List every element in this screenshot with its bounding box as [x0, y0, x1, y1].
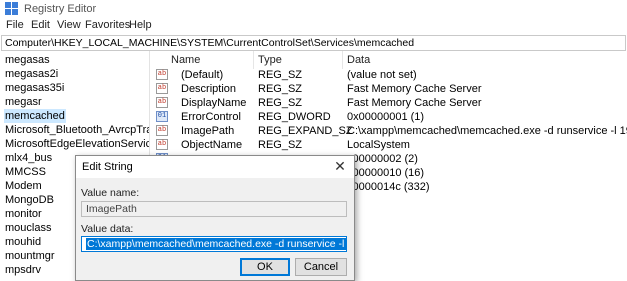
string-value-icon: ab: [156, 83, 168, 94]
value-data: 0x00000001 (1): [347, 111, 425, 123]
menu-view[interactable]: View: [57, 19, 81, 31]
tree-item-mpssvc[interactable]: mpssvc: [4, 277, 43, 281]
tree-item-mpsdrv[interactable]: mpsdrv: [4, 263, 42, 277]
window-title: Registry Editor: [24, 3, 97, 15]
value-data: (value not set): [347, 69, 417, 81]
value-row[interactable]: ab DisplayName REG_SZ Fast Memory Cache …: [152, 96, 627, 110]
value-data: Fast Memory Cache Server: [347, 83, 482, 95]
selected-text: C:\xampp\memcached\memcached.exe -d runs…: [86, 238, 346, 250]
value-name-field: ImagePath: [81, 201, 347, 217]
value-data: x00000002 (2): [347, 153, 418, 165]
tree-item-memcached[interactable]: memcached: [4, 109, 66, 123]
value-data: C:\xampp\memcached\memcached.exe -d runs…: [347, 125, 627, 137]
value-name: DisplayName: [181, 97, 247, 109]
tree-item-mountmgr[interactable]: mountmgr: [4, 249, 56, 263]
value-type: REG_SZ: [258, 139, 303, 151]
value-row[interactable]: ab Description REG_SZ Fast Memory Cache …: [152, 82, 627, 96]
menu-bar: File Edit View Favorites Help: [0, 18, 627, 35]
tree-item-mmcss[interactable]: MMCSS: [4, 165, 47, 179]
value-data: Fast Memory Cache Server: [347, 97, 482, 109]
value-name: ErrorControl: [181, 111, 241, 123]
dialog-title-bar[interactable]: Edit String ✕: [76, 156, 354, 178]
tree-item-mouhid[interactable]: mouhid: [4, 235, 42, 249]
value-type: REG_SZ: [258, 83, 303, 95]
column-header-data[interactable]: Data: [347, 53, 370, 67]
value-row[interactable]: 01 ErrorControl REG_DWORD 0x00000001 (1): [152, 110, 627, 124]
string-value-icon: ab: [156, 97, 168, 108]
tree-item-modem[interactable]: Modem: [4, 179, 43, 193]
menu-edit[interactable]: Edit: [31, 19, 50, 31]
menu-favorites[interactable]: Favorites: [85, 19, 130, 31]
tree-item-mongodb[interactable]: MongoDB: [4, 193, 55, 207]
tree-item-megasas35i[interactable]: megasas35i: [4, 81, 65, 95]
tree-item-megasr[interactable]: megasr: [4, 95, 43, 109]
column-header-type[interactable]: Type: [258, 53, 282, 67]
title-bar: Registry Editor: [0, 0, 627, 18]
registry-editor-icon: [5, 2, 18, 15]
address-bar[interactable]: Computer\HKEY_LOCAL_MACHINE\SYSTEM\Curre…: [1, 35, 626, 51]
value-type: REG_SZ: [258, 97, 303, 109]
value-row[interactable]: ab ImagePath REG_EXPAND_SZ C:\xampp\memc…: [152, 124, 627, 138]
value-name: Description: [181, 83, 237, 95]
value-type: REG_SZ: [258, 69, 303, 81]
value-row[interactable]: ab (Default) REG_SZ (value not set): [152, 68, 627, 82]
value-data-label: Value data:: [81, 223, 134, 235]
edit-string-dialog[interactable]: Edit String ✕ Value name: ImagePath Valu…: [75, 155, 355, 281]
column-header-name[interactable]: Name: [171, 53, 200, 67]
value-data: x00000010 (16): [347, 167, 425, 179]
ok-button[interactable]: OK: [240, 258, 290, 276]
value-type: REG_EXPAND_SZ: [258, 125, 353, 137]
binary-value-icon: 01: [156, 111, 168, 122]
column-separator[interactable]: [253, 51, 254, 69]
menu-help[interactable]: Help: [129, 19, 152, 31]
tree-item-megasas2i[interactable]: megasas2i: [4, 67, 59, 81]
tree-item-microsoftedgeelevationservice[interactable]: MicrosoftEdgeElevationService: [4, 137, 149, 151]
value-row[interactable]: ab ObjectName REG_SZ LocalSystem: [152, 138, 627, 152]
tree-item-microsoft-bluetooth-avrcptransport[interactable]: Microsoft_Bluetooth_AvrcpTransport: [4, 123, 149, 137]
value-name: ImagePath: [181, 125, 235, 137]
close-icon[interactable]: ✕: [332, 158, 348, 174]
value-name-label: Value name:: [81, 187, 140, 199]
dialog-title: Edit String: [82, 161, 133, 173]
value-type: REG_DWORD: [258, 111, 331, 123]
value-data-input[interactable]: C:\xampp\memcached\memcached.exe -d runs…: [81, 236, 347, 252]
value-data: LocalSystem: [347, 139, 410, 151]
tree-item-megasas[interactable]: megasas: [4, 53, 51, 67]
value-name: (Default): [181, 69, 224, 81]
value-data: x0000014c (332): [347, 181, 430, 193]
value-name: ObjectName: [181, 139, 243, 151]
string-value-icon: ab: [156, 139, 168, 150]
cancel-button[interactable]: Cancel: [295, 258, 347, 276]
tree-item-monitor[interactable]: monitor: [4, 207, 43, 221]
menu-file[interactable]: File: [6, 19, 24, 31]
tree-item-mouclass[interactable]: mouclass: [4, 221, 52, 235]
tree-item-mlx4-bus[interactable]: mlx4_bus: [4, 151, 53, 165]
string-value-icon: ab: [156, 69, 168, 80]
string-value-icon: ab: [156, 125, 168, 136]
column-separator[interactable]: [342, 51, 343, 69]
